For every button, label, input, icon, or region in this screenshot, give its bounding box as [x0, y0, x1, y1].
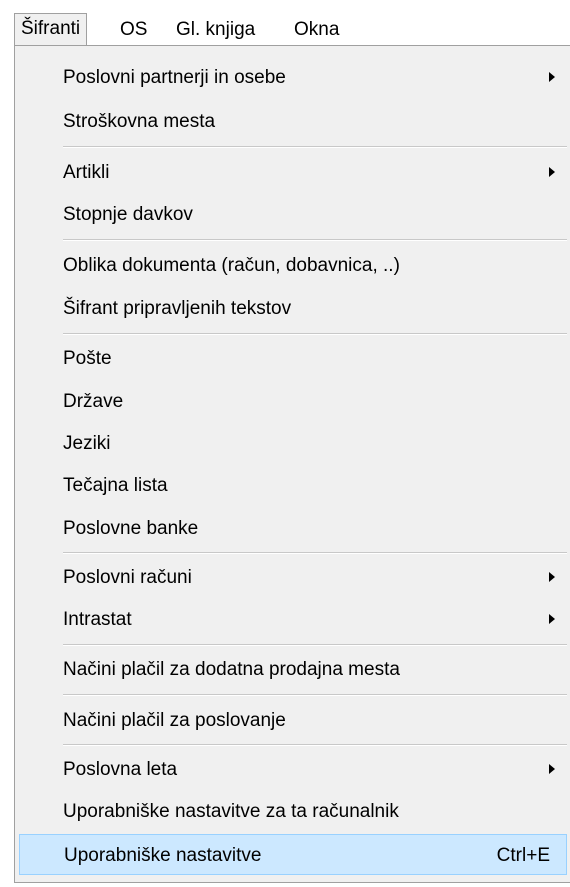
menu-separator [63, 146, 567, 148]
menu-item-label: Načini plačil za dodatna prodajna mesta [63, 659, 400, 680]
menu-separator [63, 239, 567, 241]
menu-item-label: Poslovna leta [63, 759, 178, 780]
submenu-arrow-icon [549, 614, 555, 624]
menu-item-poslovni-racuni[interactable]: Poslovni računi [15, 557, 570, 598]
menu-item-shortcut: Ctrl+E [496, 845, 550, 866]
menu-item-nacini-placil-poslovanje[interactable]: Načini plačil za poslovanje [15, 700, 570, 741]
menu-item-poslovna-leta[interactable]: Poslovna leta [15, 749, 570, 790]
menu-okna[interactable]: Okna [288, 15, 345, 45]
menu-item-label: Države [63, 391, 124, 412]
menu-item-drzave[interactable]: Države [15, 381, 570, 422]
menu-separator [63, 744, 567, 746]
menu-item-label: Stroškovna mesta [63, 111, 216, 132]
menu-separator [63, 644, 567, 646]
menu-item-nacini-placil-prodajna-mesta[interactable]: Načini plačil za dodatna prodajna mesta [15, 649, 570, 690]
menu-item-label: Stopnje davkov [63, 204, 193, 225]
menu-item-poslovne-banke[interactable]: Poslovne banke [15, 508, 570, 549]
menu-item-label: Poslovni partnerji in osebe [63, 67, 286, 88]
menu-gl-knjiga-label: Gl. knjiga [176, 19, 256, 40]
menu-item-label: Uporabniške nastavitve za ta računalnik [63, 801, 399, 822]
menu-separator [63, 552, 567, 554]
menu-item-label: Jeziki [63, 433, 111, 454]
menu-sifranti-label: Šifranti [21, 18, 81, 39]
sifranti-dropdown-menu: Poslovni partnerji in osebe Stroškovna m… [14, 45, 570, 883]
menu-item-label: Tečajna lista [63, 475, 168, 496]
menu-item-label: Načini plačil za poslovanje [63, 710, 286, 731]
menu-item-poste[interactable]: Pošte [15, 338, 570, 379]
menu-item-label: Uporabniške nastavitve [64, 845, 262, 866]
menu-item-label: Oblika dokumenta (račun, dobavnica, ..) [63, 255, 400, 276]
menu-item-label: Poslovni računi [63, 567, 192, 588]
menu-item-uporabniske-nastavitve[interactable]: Uporabniške nastavitve Ctrl+E [19, 834, 567, 875]
submenu-arrow-icon [549, 167, 555, 177]
menu-item-sifrant-tekstov[interactable]: Šifrant pripravljenih tekstov [15, 288, 570, 329]
menu-separator [63, 694, 567, 696]
menu-okna-label: Okna [294, 19, 340, 40]
menu-os[interactable]: OS [114, 15, 153, 45]
menu-item-tecajna-lista[interactable]: Tečajna lista [15, 465, 570, 506]
menu-os-label: OS [120, 19, 148, 40]
menu-bar: Šifranti OS Gl. knjiga Okna [0, 0, 570, 45]
menu-item-label: Intrastat [63, 609, 132, 630]
menu-item-label: Poslovne banke [63, 518, 199, 539]
menu-item-poslovni-partnerji[interactable]: Poslovni partnerji in osebe [15, 57, 570, 98]
menu-item-stroskovna-mesta[interactable]: Stroškovna mesta [15, 101, 570, 142]
menu-item-intrastat[interactable]: Intrastat [15, 599, 570, 640]
menu-item-jeziki[interactable]: Jeziki [15, 423, 570, 464]
menu-item-stopnje-davkov[interactable]: Stopnje davkov [15, 194, 570, 235]
menu-item-label: Šifrant pripravljenih tekstov [63, 298, 292, 319]
submenu-arrow-icon [549, 764, 555, 774]
menu-item-artikli[interactable]: Artikli [15, 152, 570, 193]
menu-item-label: Artikli [63, 162, 110, 183]
menu-sifranti[interactable]: Šifranti [14, 13, 88, 45]
menu-gl-knjiga[interactable]: Gl. knjiga [170, 15, 261, 45]
menu-item-oblika-dokumenta[interactable]: Oblika dokumenta (račun, dobavnica, ..) [15, 245, 570, 286]
menu-separator [63, 333, 567, 335]
submenu-arrow-icon [549, 572, 555, 582]
submenu-arrow-icon [549, 72, 555, 82]
menu-item-label: Pošte [63, 348, 112, 369]
menu-item-nastavitve-racunalnik[interactable]: Uporabniške nastavitve za ta računalnik [15, 791, 570, 832]
